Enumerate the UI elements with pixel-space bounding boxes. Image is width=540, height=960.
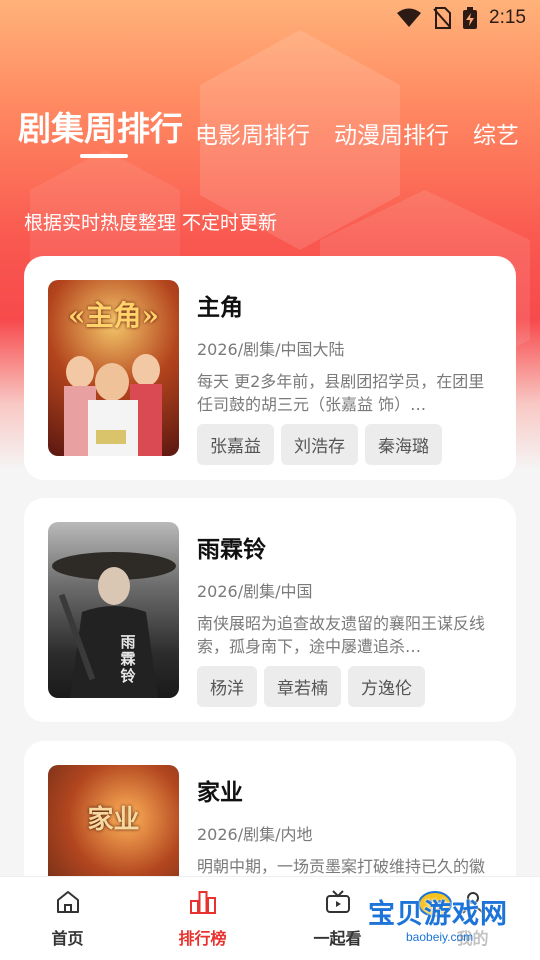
watermark-text: 宝贝游戏网	[368, 899, 508, 930]
nav-label: 首页	[51, 928, 84, 948]
card-meta: 2026/剧集/中国	[197, 582, 313, 601]
cast-tag[interactable]: 秦海璐	[365, 424, 442, 465]
card-description: 南侠展昭为追查故友遗留的襄阳王谋反线索，孤身南下，途中屡遭追杀…	[197, 614, 486, 656]
tab-variety[interactable]: 综艺	[473, 116, 519, 150]
poster-logo-text: 家业	[87, 805, 140, 835]
card-title: 主角	[197, 295, 243, 321]
tv-icon	[324, 889, 352, 919]
card-meta: 2026/剧集/内地	[197, 825, 313, 844]
nav-home[interactable]: 首页	[18, 889, 118, 949]
ranking-tabs: 剧集周排行 电影周排行 动漫周排行 综艺	[18, 102, 540, 158]
site-watermark: 宝贝游戏网 baobeiy.com	[360, 884, 530, 954]
no-sim-icon	[433, 7, 452, 29]
poster-logo-text: 雨霖铃	[120, 633, 136, 685]
ranking-subtitle: 根据实时热度整理 不定时更新	[24, 212, 278, 234]
nav-label: 排行榜	[178, 928, 227, 948]
poster-image: «主角»	[48, 280, 179, 456]
card-description: 每天 更2多年前，县剧团招学员，在团里任司鼓的胡三元（张嘉益 饰）…	[197, 372, 485, 414]
wifi-icon	[397, 8, 422, 28]
status-time: 2:15	[489, 7, 526, 28]
cast-tag[interactable]: 张嘉益	[197, 424, 274, 465]
status-bar: 2:15	[0, 0, 540, 36]
card-title: 雨霖铃	[197, 537, 266, 563]
tab-drama-weekly[interactable]: 剧集周排行	[18, 102, 183, 150]
ranking-card[interactable]: 雨霖铃 雨霖铃 2026/剧集/中国 南侠展昭为追查故友遗留的襄阳王谋反线索，孤…	[24, 498, 516, 722]
cast-tag[interactable]: 刘浩存	[281, 424, 358, 465]
nav-label: 一起看	[313, 928, 362, 948]
watermark-url: baobeiy.com	[406, 930, 474, 944]
tab-anime-weekly[interactable]: 动漫周排行	[334, 116, 449, 150]
active-tab-indicator	[80, 154, 128, 158]
cast-tag[interactable]: 章若楠	[264, 666, 341, 707]
cast-tags: 张嘉益 刘浩存 秦海璐	[197, 424, 492, 465]
home-icon	[55, 889, 81, 919]
nav-ranking[interactable]: 排行榜	[153, 889, 253, 949]
ranking-card[interactable]: «主角» 主角 2026/剧集/中国大陆 每天 更2多年前，县剧团招学员，在团里…	[24, 256, 516, 480]
cast-tag[interactable]: 杨洋	[197, 666, 257, 707]
card-title: 家业	[197, 780, 243, 806]
cast-tag[interactable]: 方逸伦	[348, 666, 425, 707]
poster-image: 雨霖铃	[48, 522, 179, 698]
battery-charging-icon	[463, 7, 478, 29]
cast-tags: 杨洋 章若楠 方逸伦	[197, 666, 492, 707]
card-meta: 2026/剧集/中国大陆	[197, 340, 345, 359]
bar-chart-icon	[189, 889, 217, 919]
tab-movie-weekly[interactable]: 电影周排行	[195, 116, 310, 150]
